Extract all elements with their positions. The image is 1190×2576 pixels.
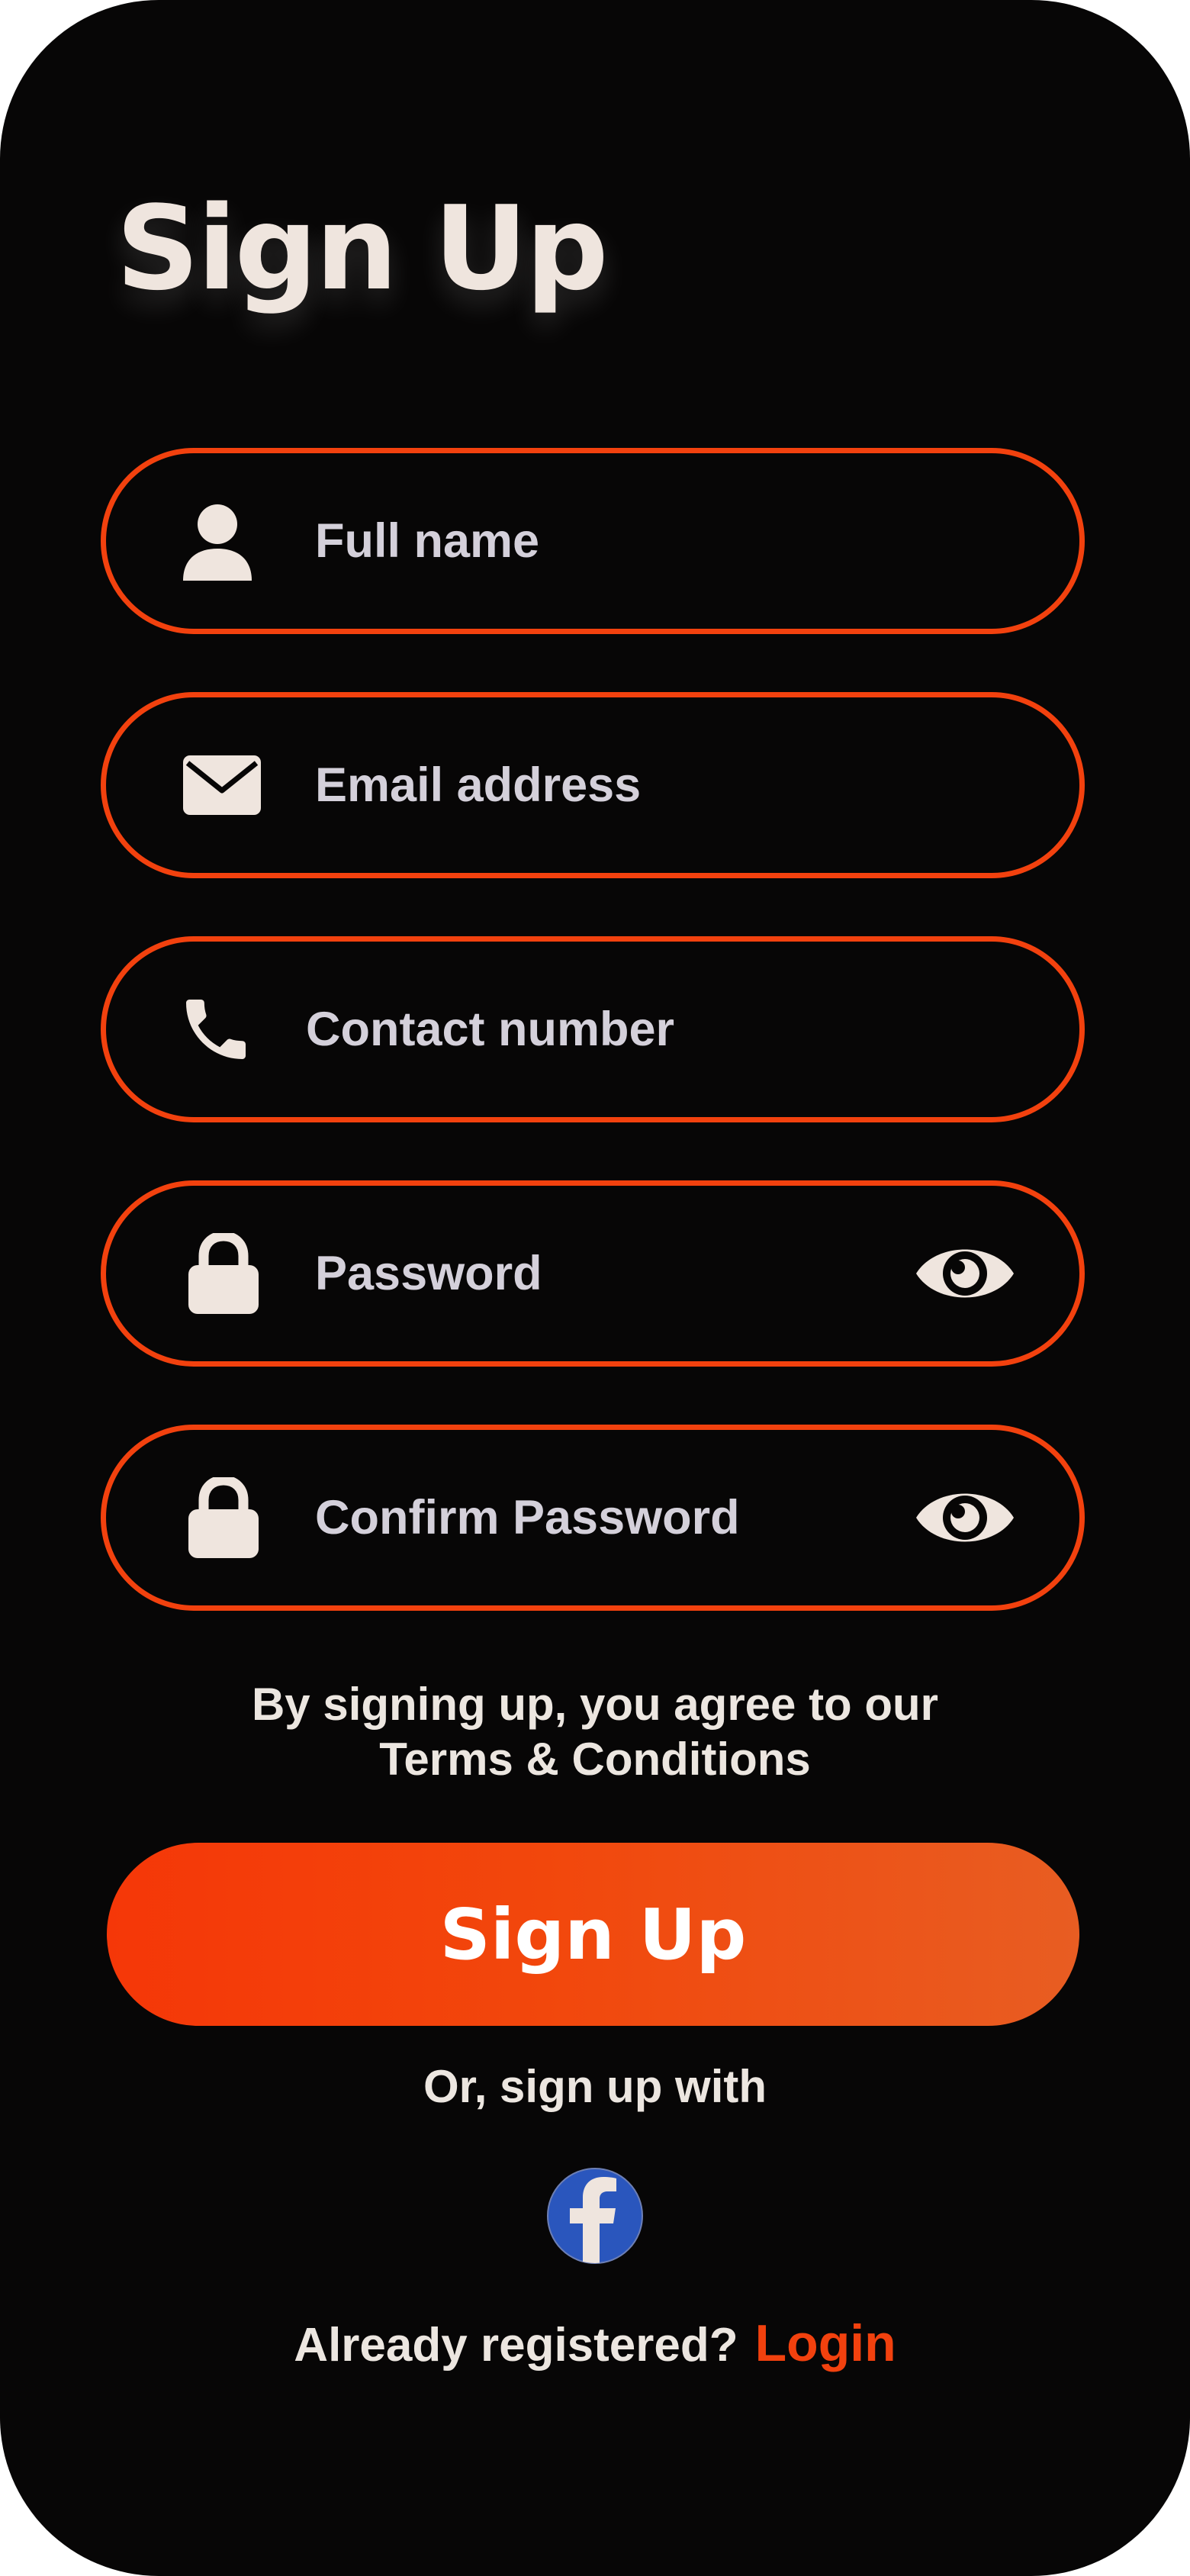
eye-icon[interactable] bbox=[915, 1239, 1015, 1308]
lock-icon bbox=[188, 1233, 259, 1314]
terms-notice: By signing up, you agree to our Terms & … bbox=[0, 1677, 1190, 1787]
signup-screen: Sign Up Full name Email address Contact … bbox=[0, 0, 1190, 2576]
email-field[interactable]: Email address bbox=[101, 692, 1085, 878]
eye-icon[interactable] bbox=[915, 1483, 1015, 1552]
login-prompt: Already registered? bbox=[294, 2319, 738, 2372]
email-placeholder: Email address bbox=[315, 758, 642, 812]
login-prompt-row: Already registered? Login bbox=[0, 2314, 1190, 2373]
login-link[interactable]: Login bbox=[755, 2314, 896, 2372]
page-title: Sign Up bbox=[116, 181, 609, 316]
confirm-password-field[interactable]: Confirm Password bbox=[101, 1425, 1085, 1611]
full-name-field[interactable]: Full name bbox=[101, 448, 1085, 634]
terms-link[interactable]: Terms & Conditions bbox=[0, 1732, 1190, 1787]
contact-number-field[interactable]: Contact number bbox=[101, 936, 1085, 1122]
facebook-button[interactable] bbox=[546, 2167, 644, 2265]
full-name-placeholder: Full name bbox=[315, 514, 540, 568]
terms-text: By signing up, you agree to our bbox=[251, 1679, 939, 1730]
password-field[interactable]: Password bbox=[101, 1180, 1085, 1367]
sign-up-button[interactable]: Sign Up bbox=[107, 1843, 1079, 2026]
password-placeholder: Password bbox=[315, 1247, 542, 1300]
envelope-icon bbox=[183, 755, 261, 815]
social-signup-prompt: Or, sign up with bbox=[423, 2061, 767, 2112]
lock-icon bbox=[188, 1477, 259, 1558]
user-icon bbox=[182, 501, 253, 581]
phone-icon bbox=[176, 990, 256, 1069]
confirm-password-placeholder: Confirm Password bbox=[315, 1491, 740, 1544]
contact-number-placeholder: Contact number bbox=[306, 1003, 675, 1056]
facebook-icon bbox=[547, 2168, 643, 2264]
